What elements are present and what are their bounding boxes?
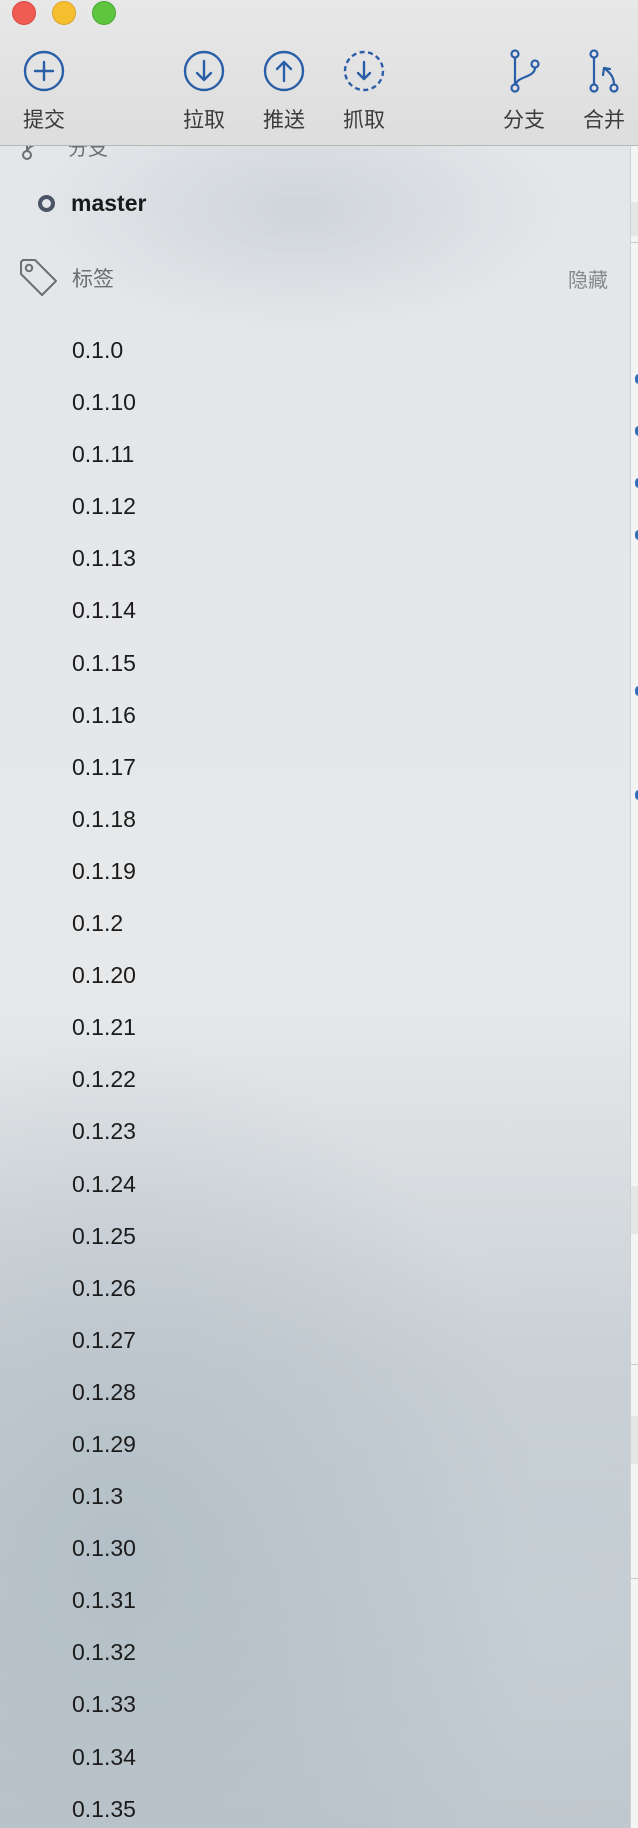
tag-item[interactable]: 0.1.29	[72, 1418, 136, 1470]
tag-icon	[20, 259, 57, 296]
tag-item[interactable]: 0.1.20	[72, 949, 136, 1001]
tag-item[interactable]: 0.1.23	[72, 1105, 136, 1157]
pull-label: 拉取	[183, 108, 225, 132]
tag-item[interactable]: 0.1.14	[72, 584, 136, 636]
commit-button[interactable]: 提交	[4, 48, 84, 138]
plus-circle-icon	[23, 50, 65, 92]
sidebar: 分支 master 标签 隐藏 0.1.0 0.1.10 0.1.11 0.1.12 0…	[0, 146, 630, 1828]
tag-item[interactable]: 0.1.11	[72, 428, 136, 480]
tags-section-header: 标签 隐藏	[18, 256, 608, 300]
zoom-window-button[interactable]	[92, 1, 116, 25]
tag-item[interactable]: 0.1.16	[72, 689, 136, 741]
commit-label: 提交	[23, 108, 65, 132]
row-divider	[631, 1364, 638, 1365]
pull-button[interactable]: 拉取	[164, 48, 244, 138]
tag-item[interactable]: 0.1.25	[72, 1210, 136, 1262]
tag-item[interactable]: 0.1.19	[72, 845, 136, 897]
tag-item[interactable]: 0.1.10	[72, 376, 136, 428]
merge-icon	[589, 49, 619, 93]
row-highlight	[631, 1186, 638, 1234]
tags-hide-button[interactable]: 隐藏	[568, 264, 608, 293]
arrow-up-circle-icon	[263, 50, 305, 92]
row-highlight	[631, 202, 638, 236]
tag-item[interactable]: 0.1.27	[72, 1314, 136, 1366]
tag-item[interactable]: 0.1.18	[72, 793, 136, 845]
tag-item[interactable]: 0.1.13	[72, 532, 136, 584]
branch-icon	[510, 49, 540, 93]
arrow-down-dashed-circle-icon	[343, 50, 385, 92]
tag-item[interactable]: 0.1.35	[72, 1783, 136, 1828]
tag-item[interactable]: 0.1.15	[72, 637, 136, 689]
tag-item[interactable]: 0.1.26	[72, 1262, 136, 1314]
tag-item[interactable]: 0.1.22	[72, 1053, 136, 1105]
tag-item[interactable]: 0.1.17	[72, 741, 136, 793]
push-button[interactable]: 推送	[244, 48, 324, 138]
tag-list: 0.1.0 0.1.10 0.1.11 0.1.12 0.1.13 0.1.14 0.1.1…	[72, 324, 136, 1828]
tag-item[interactable]: 0.1.32	[72, 1626, 136, 1678]
branch-button[interactable]: 分支	[484, 48, 564, 138]
close-window-button[interactable]	[12, 1, 36, 25]
merge-label: 合并	[583, 108, 625, 132]
current-branch-indicator	[38, 194, 55, 212]
tag-item[interactable]: 0.1.2	[72, 897, 136, 949]
row-highlight	[631, 1416, 638, 1464]
tag-item[interactable]: 0.1.30	[72, 1522, 136, 1574]
tag-item[interactable]: 0.1.31	[72, 1574, 136, 1626]
tag-item[interactable]: 0.1.12	[72, 480, 136, 532]
tag-item[interactable]: 0.1.3	[72, 1470, 136, 1522]
branches-section-header[interactable]: 分支	[20, 146, 108, 166]
toolbar: 提交 拉取 推送 抓取 分支 合并	[0, 0, 638, 146]
tag-item[interactable]: 0.1.34	[72, 1731, 136, 1783]
row-divider	[631, 1578, 638, 1579]
tag-item[interactable]: 0.1.0	[72, 324, 136, 376]
minimize-window-button[interactable]	[52, 1, 76, 25]
tag-item[interactable]: 0.1.28	[72, 1366, 136, 1418]
branch-icon	[22, 146, 35, 160]
tag-item[interactable]: 0.1.24	[72, 1158, 136, 1210]
main-pane-edge	[630, 146, 638, 1828]
row-divider	[631, 242, 638, 243]
branch-label: 分支	[503, 108, 545, 132]
fetch-label: 抓取	[343, 108, 385, 132]
tag-item[interactable]: 0.1.21	[72, 1001, 136, 1053]
arrow-down-circle-icon	[183, 50, 225, 92]
fetch-button[interactable]: 抓取	[324, 48, 404, 138]
branches-header-label: 分支	[68, 146, 108, 160]
branch-item-master[interactable]: master	[38, 188, 146, 218]
branch-name: master	[71, 189, 147, 216]
push-label: 推送	[263, 108, 305, 132]
tag-item[interactable]: 0.1.33	[72, 1678, 136, 1730]
merge-button[interactable]: 合并	[564, 48, 638, 138]
tags-header-label: 标签	[72, 267, 114, 291]
